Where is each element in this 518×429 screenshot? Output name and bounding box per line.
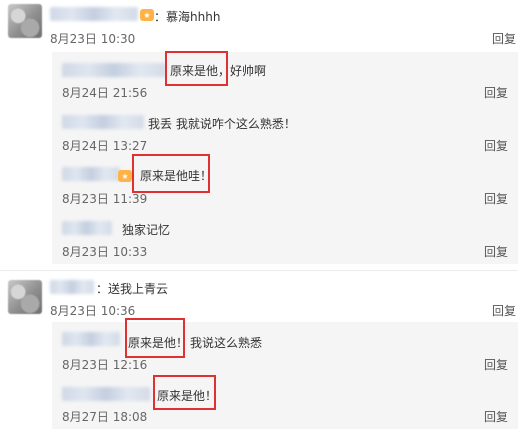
highlight-box xyxy=(153,375,216,410)
vip-badge-icon: ★ xyxy=(118,170,132,182)
comment-text: ：送我上青云 xyxy=(96,282,169,296)
reply-button[interactable]: 回复 xyxy=(492,30,516,47)
username-blurred[interactable] xyxy=(50,280,94,294)
reply-text: 独家记忆 xyxy=(122,223,171,237)
username-blurred[interactable] xyxy=(62,332,120,346)
highlight-box xyxy=(165,51,228,86)
avatar[interactable] xyxy=(8,4,42,38)
reply-button[interactable]: 回复 xyxy=(484,243,508,260)
reply-time: 8月23日 10:33 xyxy=(62,245,148,259)
comment-time: 8月23日 10:36 xyxy=(50,304,136,318)
highlight-box xyxy=(125,318,185,358)
reply-time: 8月24日 21:56 xyxy=(62,86,148,100)
reply-text: 好帅啊 xyxy=(230,64,267,78)
vip-badge-icon: ★ xyxy=(140,9,154,21)
username-blurred[interactable] xyxy=(62,115,144,129)
reply-button[interactable]: 回复 xyxy=(484,356,508,373)
username-blurred[interactable] xyxy=(50,7,138,21)
highlight-box xyxy=(132,154,210,193)
reply-time: 8月24日 13:27 xyxy=(62,139,148,153)
divider xyxy=(0,270,518,271)
username-blurred[interactable] xyxy=(62,63,166,77)
reply-time: 8月23日 11:39 xyxy=(62,192,148,206)
username-blurred[interactable] xyxy=(62,167,120,181)
reply-text: 我说这么熟悉 xyxy=(190,336,263,350)
reply-time: 8月23日 12:16 xyxy=(62,358,148,372)
avatar[interactable] xyxy=(8,280,42,314)
reply-button[interactable]: 回复 xyxy=(484,84,508,101)
reply-button[interactable]: 回复 xyxy=(484,190,508,207)
comment-text: ：慕海hhhh xyxy=(154,10,221,24)
username-blurred[interactable] xyxy=(62,221,112,235)
reply-button[interactable]: 回复 xyxy=(484,137,508,154)
username-blurred[interactable] xyxy=(62,387,150,401)
reply-text: 我丢 我就说咋个这么熟悉！ xyxy=(148,117,296,131)
reply-button[interactable]: 回复 xyxy=(492,302,516,319)
reply-time: 8月27日 18:08 xyxy=(62,410,148,424)
reply-button[interactable]: 回复 xyxy=(484,408,508,425)
comment-time: 8月23日 10:30 xyxy=(50,32,136,46)
